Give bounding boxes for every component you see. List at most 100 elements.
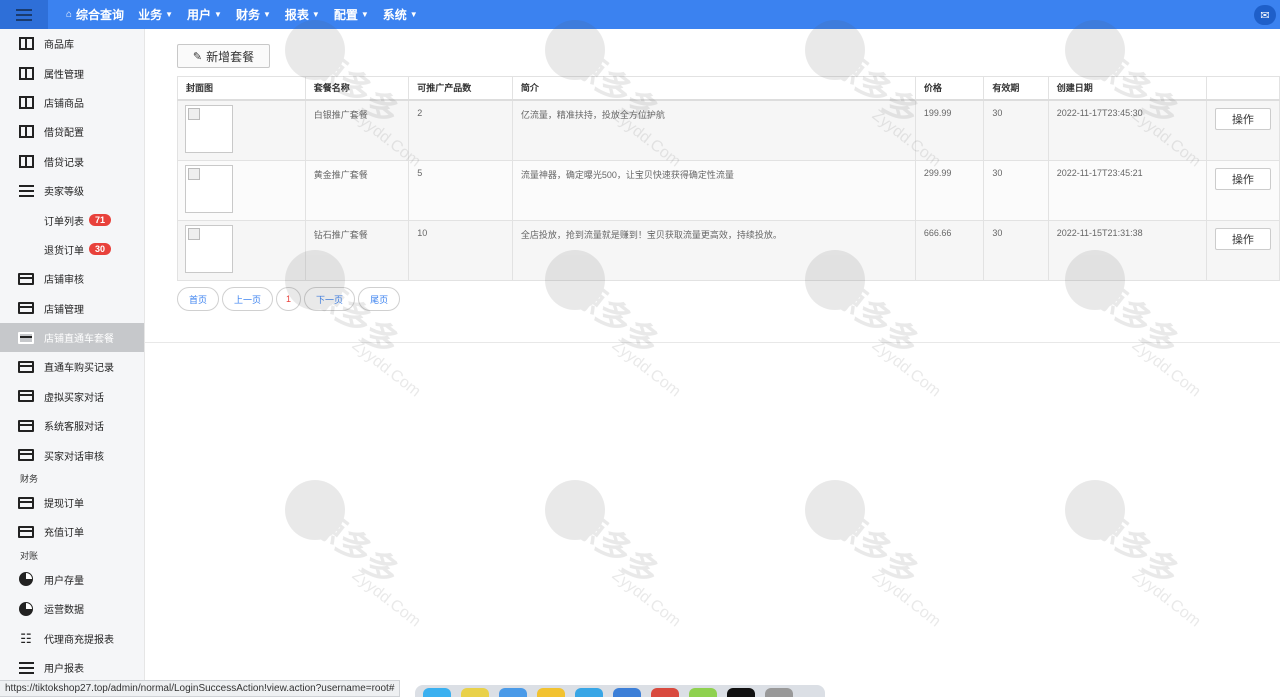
- dock-app-icon[interactable]: [499, 688, 527, 697]
- current-page-button[interactable]: 1: [276, 287, 302, 311]
- sidebar-item-user-stock[interactable]: 用户存量: [0, 565, 144, 594]
- sidebar-item-label: 用户存量: [44, 575, 84, 587]
- sidebar-item-label: 卖家等级: [44, 187, 84, 199]
- sidebar-item-label: 用户报表: [44, 664, 84, 675]
- sidebar-item-promo-packages[interactable]: 店铺直通车套餐: [0, 322, 144, 353]
- dock-app-icon[interactable]: [765, 688, 793, 697]
- watermark-logo: 源多多Zyydd.Com: [545, 20, 684, 170]
- dock-app-icon[interactable]: [689, 688, 717, 697]
- nav-item-users[interactable]: 用户 ▼: [187, 6, 222, 23]
- card-icon: [18, 448, 34, 462]
- column-header-actions: [1205, 76, 1280, 101]
- watermark-logo: 源多多Zyydd.Com: [1065, 480, 1204, 630]
- dock-app-icon[interactable]: [575, 688, 603, 697]
- dock-app-icon[interactable]: [537, 688, 565, 697]
- dock-app-icon[interactable]: [727, 688, 755, 697]
- sidebar-item-recharges[interactable]: 充值订单: [0, 517, 144, 546]
- dock-app-icon[interactable]: [461, 688, 489, 697]
- sidebar-group-finance: 财务: [20, 473, 39, 484]
- sidebar-item-product-library[interactable]: 商品库: [0, 29, 144, 58]
- book-icon: [18, 154, 34, 168]
- first-page-button[interactable]: 首页: [177, 287, 220, 311]
- org-chart-icon: ☷: [20, 630, 32, 646]
- caret-down-icon: ▼: [311, 10, 320, 19]
- sidebar-item-label: 借贷记录: [44, 157, 84, 169]
- card-icon: [18, 272, 34, 286]
- sidebar-item-label: 系统客服对话: [44, 422, 104, 434]
- sidebar-item-label: 店铺直通车套餐: [44, 334, 114, 346]
- sidebar-item-label: 运营数据: [44, 605, 84, 617]
- count-badge: 30: [89, 243, 112, 256]
- name-cell: 白银推广套餐: [304, 99, 410, 161]
- pie-chart-icon: [18, 601, 34, 616]
- nav-item-business[interactable]: 业务 ▼: [138, 6, 173, 23]
- desc-cell: 亿流量，精准扶持，投放全方位护航: [511, 99, 916, 161]
- card-icon: [18, 525, 34, 539]
- add-package-button[interactable]: ✎ 新增套餐: [177, 44, 270, 68]
- chat-button[interactable]: ✉: [1254, 5, 1276, 25]
- sidebar-item-loan-records[interactable]: 借贷记录: [0, 147, 144, 176]
- package-table: 封面图 套餐名称 可推广产品数 简介 价格 有效期 创建日期 白银推广套餐 2 …: [177, 76, 1280, 281]
- nav-label: 系统: [382, 8, 407, 22]
- sidebar-item-shop-review[interactable]: 店铺审核: [0, 264, 144, 293]
- nav-label: 财务: [235, 8, 260, 22]
- nav-item-query[interactable]: ⌂ 综合查询: [66, 6, 124, 23]
- sidebar-item-attributes[interactable]: 属性管理: [0, 58, 144, 87]
- card-icon: [18, 389, 34, 403]
- prev-page-button[interactable]: 上一页: [222, 287, 274, 311]
- nav-item-reports[interactable]: 报表 ▼: [285, 6, 320, 23]
- watermark-logo: 源多多Zyydd.Com: [285, 480, 424, 630]
- card-icon: [18, 496, 34, 510]
- sidebar-item-seller-levels[interactable]: 卖家等级: [0, 176, 144, 205]
- last-page-button[interactable]: 尾页: [358, 287, 401, 311]
- sidebar-item-promo-purchases[interactable]: 直通车购买记录: [0, 352, 144, 381]
- sidebar-item-label: 直通车购买记录: [44, 363, 114, 375]
- sidebar-item-returns[interactable]: 退货订单 30: [0, 235, 144, 264]
- sidebar-item-label: 提现订单: [44, 499, 84, 511]
- dock-app-icon[interactable]: [613, 688, 641, 697]
- sidebar-item-label: 店铺管理: [44, 304, 84, 316]
- sidebar-item-ops-data[interactable]: 运营数据: [0, 594, 144, 623]
- nav-item-config[interactable]: 配置 ▼: [334, 6, 369, 23]
- caret-down-icon: ▼: [409, 10, 418, 19]
- menu-toggle-button[interactable]: [0, 0, 48, 29]
- dock-app-icon[interactable]: [423, 688, 451, 697]
- sidebar-item-agent-report[interactable]: ☷ 代理商充提报表: [0, 623, 144, 652]
- sidebar-item-label: 代理商充提报表: [44, 634, 114, 646]
- column-header-count: 可推广产品数: [408, 76, 513, 101]
- card-icon: [18, 419, 34, 433]
- operate-button[interactable]: 操作: [1214, 227, 1271, 250]
- nav-label: 业务: [138, 8, 163, 22]
- dock-app-icon[interactable]: [651, 688, 679, 697]
- next-page-button[interactable]: 下一页: [304, 287, 356, 311]
- sidebar-item-shop-products[interactable]: 店铺商品: [0, 88, 144, 117]
- sidebar-item-virtual-buyer-chat[interactable]: 虚拟买家对话: [0, 382, 144, 411]
- sidebar-item-orders[interactable]: 订单列表 71: [0, 205, 144, 234]
- pencil-icon: ✎: [192, 50, 203, 63]
- nav-item-finance[interactable]: 财务 ▼: [236, 6, 271, 23]
- desc-cell: 全店投放，抢到流量就是赚到！宝贝获取流量更高效，持续投放。: [511, 219, 916, 281]
- operate-button[interactable]: 操作: [1214, 167, 1271, 190]
- watermark-logo: 源多多Zyydd.Com: [1065, 20, 1204, 170]
- caret-down-icon: ▼: [214, 10, 222, 19]
- sidebar: 商品库 属性管理 店铺商品 借贷配置 借贷记录 卖家等级 订单列表 71 退货订单…: [0, 29, 145, 697]
- sidebar-item-chat-review[interactable]: 买家对话审核: [0, 440, 144, 469]
- sidebar-item-support-chat[interactable]: 系统客服对话: [0, 411, 144, 440]
- sidebar-item-loan-config[interactable]: 借贷配置: [0, 117, 144, 146]
- nav-label: 综合查询: [76, 8, 125, 22]
- nav-item-system[interactable]: 系统 ▼: [383, 6, 418, 23]
- caret-down-icon: ▼: [165, 10, 173, 19]
- operate-button[interactable]: 操作: [1214, 107, 1271, 130]
- column-header-cover: 封面图: [177, 76, 306, 101]
- count-cell: 10: [408, 219, 513, 281]
- sidebar-item-withdrawals[interactable]: 提现订单: [0, 488, 144, 517]
- column-header-name: 套餐名称: [304, 76, 410, 101]
- watermark-logo: 源多多Zyydd.Com: [805, 20, 944, 170]
- sidebar-item-user-report[interactable]: 用户报表: [0, 653, 144, 682]
- sidebar-item-shop-manage[interactable]: 店铺管理: [0, 294, 144, 323]
- cover-cell: [177, 159, 306, 221]
- count-badge: 71: [89, 214, 112, 227]
- book-icon: [18, 37, 34, 51]
- top-navbar: ⌂ 综合查询 业务 ▼ 用户 ▼ 财务 ▼ 报表 ▼ 配置 ▼ 系统 ▼ ✉: [0, 0, 1280, 29]
- column-header-created: 创建日期: [1047, 76, 1207, 101]
